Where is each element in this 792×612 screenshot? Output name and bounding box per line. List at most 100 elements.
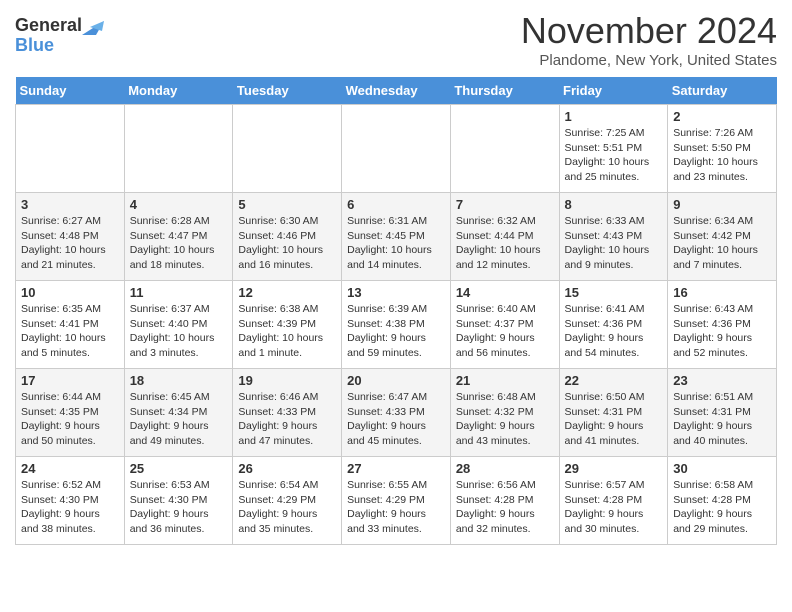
calendar-cell: 6 Sunrise: 6:31 AM Sunset: 4:45 PM Daylig… — [342, 193, 451, 281]
day-number: 10 — [21, 285, 119, 300]
day-info: Sunrise: 6:27 AM Sunset: 4:48 PM Dayligh… — [21, 214, 119, 273]
calendar-cell — [233, 105, 342, 193]
day-info: Sunrise: 6:47 AM Sunset: 4:33 PM Dayligh… — [347, 390, 445, 449]
day-info: Sunrise: 6:28 AM Sunset: 4:47 PM Dayligh… — [130, 214, 228, 273]
day-info: Sunrise: 6:44 AM Sunset: 4:35 PM Dayligh… — [21, 390, 119, 449]
logo-bird-icon — [82, 17, 104, 35]
day-info: Sunrise: 7:26 AM Sunset: 5:50 PM Dayligh… — [673, 126, 771, 185]
day-number: 21 — [456, 373, 554, 388]
day-number: 12 — [238, 285, 336, 300]
calendar-cell: 15 Sunrise: 6:41 AM Sunset: 4:36 PM Dayli… — [559, 281, 668, 369]
day-number: 29 — [565, 461, 663, 476]
logo-text-blue: Blue — [15, 36, 54, 56]
day-info: Sunrise: 7:25 AM Sunset: 5:51 PM Dayligh… — [565, 126, 663, 185]
day-number: 19 — [238, 373, 336, 388]
day-number: 13 — [347, 285, 445, 300]
day-info: Sunrise: 6:33 AM Sunset: 4:43 PM Dayligh… — [565, 214, 663, 273]
calendar-cell: 16Sunrise: 6:43 AM Sunset: 4:36 PM Dayli… — [668, 281, 777, 369]
calendar-cell: 22Sunrise: 6:50 AM Sunset: 4:31 PM Dayli… — [559, 369, 668, 457]
header: General Blue November 2024 Plandome, New… — [15, 10, 777, 69]
day-number: 6 — [347, 197, 445, 212]
day-number: 18 — [130, 373, 228, 388]
day-number: 30 — [673, 461, 771, 476]
day-info: Sunrise: 6:52 AM Sunset: 4:30 PM Dayligh… — [21, 478, 119, 537]
day-number: 27 — [347, 461, 445, 476]
day-info: Sunrise: 6:34 AM Sunset: 4:42 PM Dayligh… — [673, 214, 771, 273]
day-number: 25 — [130, 461, 228, 476]
calendar-cell: 24 Sunrise: 6:52 AM Sunset: 4:30 PM Dayli… — [16, 457, 125, 545]
calendar-cell: 8 Sunrise: 6:33 AM Sunset: 4:43 PM Daylig… — [559, 193, 668, 281]
day-number: 17 — [21, 373, 119, 388]
calendar-cell: 9 Sunrise: 6:34 AM Sunset: 4:42 PM Daylig… — [668, 193, 777, 281]
day-number: 26 — [238, 461, 336, 476]
day-number: 9 — [673, 197, 771, 212]
day-number: 4 — [130, 197, 228, 212]
calendar-cell: 4 Sunrise: 6:28 AM Sunset: 4:47 PM Daylig… — [124, 193, 233, 281]
day-number: 5 — [238, 197, 336, 212]
calendar-cell: 13 Sunrise: 6:39 AM Sunset: 4:38 PM Dayli… — [342, 281, 451, 369]
calendar-cell — [16, 105, 125, 193]
day-info: Sunrise: 6:32 AM Sunset: 4:44 PM Dayligh… — [456, 214, 554, 273]
weekday-header-sunday: Sunday — [16, 77, 125, 105]
day-number: 3 — [21, 197, 119, 212]
day-info: Sunrise: 6:53 AM Sunset: 4:30 PM Dayligh… — [130, 478, 228, 537]
calendar-cell: 29 Sunrise: 6:57 AM Sunset: 4:28 PM Dayli… — [559, 457, 668, 545]
calendar-table: SundayMondayTuesdayWednesdayThursdayFrid… — [15, 77, 777, 545]
day-info: Sunrise: 6:57 AM Sunset: 4:28 PM Dayligh… — [565, 478, 663, 537]
calendar-cell: 23 Sunrise: 6:51 AM Sunset: 4:31 PM Dayli… — [668, 369, 777, 457]
calendar-cell — [450, 105, 559, 193]
calendar-cell: 2 Sunrise: 7:26 AM Sunset: 5:50 PM Daylig… — [668, 105, 777, 193]
day-info: Sunrise: 6:35 AM Sunset: 4:41 PM Dayligh… — [21, 302, 119, 361]
calendar-cell — [342, 105, 451, 193]
calendar-cell: 21Sunrise: 6:48 AM Sunset: 4:32 PM Dayli… — [450, 369, 559, 457]
calendar-cell: 19 Sunrise: 6:46 AM Sunset: 4:33 PM Dayli… — [233, 369, 342, 457]
calendar-cell: 28 Sunrise: 6:56 AM Sunset: 4:28 PM Dayli… — [450, 457, 559, 545]
weekday-header-monday: Monday — [124, 77, 233, 105]
calendar-cell: 7 Sunrise: 6:32 AM Sunset: 4:44 PM Daylig… — [450, 193, 559, 281]
location: Plandome, New York, United States — [521, 52, 777, 69]
day-info: Sunrise: 6:46 AM Sunset: 4:33 PM Dayligh… — [238, 390, 336, 449]
weekday-header-wednesday: Wednesday — [342, 77, 451, 105]
week-row-1: 1 Sunrise: 7:25 AM Sunset: 5:51 PM Daylig… — [16, 105, 777, 193]
day-info: Sunrise: 6:39 AM Sunset: 4:38 PM Dayligh… — [347, 302, 445, 361]
week-row-4: 17 Sunrise: 6:44 AM Sunset: 4:35 PM Dayli… — [16, 369, 777, 457]
day-info: Sunrise: 6:31 AM Sunset: 4:45 PM Dayligh… — [347, 214, 445, 273]
day-info: Sunrise: 6:58 AM Sunset: 4:28 PM Dayligh… — [673, 478, 771, 537]
calendar-cell: 12 Sunrise: 6:38 AM Sunset: 4:39 PM Dayli… — [233, 281, 342, 369]
calendar-cell: 20 Sunrise: 6:47 AM Sunset: 4:33 PM Dayli… — [342, 369, 451, 457]
day-info: Sunrise: 6:51 AM Sunset: 4:31 PM Dayligh… — [673, 390, 771, 449]
day-number: 28 — [456, 461, 554, 476]
weekday-header-tuesday: Tuesday — [233, 77, 342, 105]
day-info: Sunrise: 6:41 AM Sunset: 4:36 PM Dayligh… — [565, 302, 663, 361]
day-number: 11 — [130, 285, 228, 300]
day-number: 23 — [673, 373, 771, 388]
day-info: Sunrise: 6:54 AM Sunset: 4:29 PM Dayligh… — [238, 478, 336, 537]
day-info: Sunrise: 6:56 AM Sunset: 4:28 PM Dayligh… — [456, 478, 554, 537]
calendar-cell: 18 Sunrise: 6:45 AM Sunset: 4:34 PM Dayli… — [124, 369, 233, 457]
day-number: 20 — [347, 373, 445, 388]
day-number: 2 — [673, 109, 771, 124]
day-number: 8 — [565, 197, 663, 212]
week-row-2: 3 Sunrise: 6:27 AM Sunset: 4:48 PM Daylig… — [16, 193, 777, 281]
day-info: Sunrise: 6:45 AM Sunset: 4:34 PM Dayligh… — [130, 390, 228, 449]
calendar-cell: 30 Sunrise: 6:58 AM Sunset: 4:28 PM Dayli… — [668, 457, 777, 545]
week-row-5: 24 Sunrise: 6:52 AM Sunset: 4:30 PM Dayli… — [16, 457, 777, 545]
day-info: Sunrise: 6:38 AM Sunset: 4:39 PM Dayligh… — [238, 302, 336, 361]
weekday-header-friday: Friday — [559, 77, 668, 105]
calendar-cell: 3 Sunrise: 6:27 AM Sunset: 4:48 PM Daylig… — [16, 193, 125, 281]
calendar-cell: 1 Sunrise: 7:25 AM Sunset: 5:51 PM Daylig… — [559, 105, 668, 193]
day-number: 15 — [565, 285, 663, 300]
calendar-cell: 14Sunrise: 6:40 AM Sunset: 4:37 PM Dayli… — [450, 281, 559, 369]
calendar-cell: 11Sunrise: 6:37 AM Sunset: 4:40 PM Dayli… — [124, 281, 233, 369]
week-row-3: 10 Sunrise: 6:35 AM Sunset: 4:41 PM Dayli… — [16, 281, 777, 369]
calendar-cell: 27 Sunrise: 6:55 AM Sunset: 4:29 PM Dayli… — [342, 457, 451, 545]
weekday-header-row: SundayMondayTuesdayWednesdayThursdayFrid… — [16, 77, 777, 105]
day-number: 24 — [21, 461, 119, 476]
day-info: Sunrise: 6:50 AM Sunset: 4:31 PM Dayligh… — [565, 390, 663, 449]
day-number: 7 — [456, 197, 554, 212]
day-number: 1 — [565, 109, 663, 124]
calendar-cell: 25 Sunrise: 6:53 AM Sunset: 4:30 PM Dayli… — [124, 457, 233, 545]
day-info: Sunrise: 6:40 AM Sunset: 4:37 PM Dayligh… — [456, 302, 554, 361]
day-info: Sunrise: 6:55 AM Sunset: 4:29 PM Dayligh… — [347, 478, 445, 537]
day-info: Sunrise: 6:43 AM Sunset: 4:36 PM Dayligh… — [673, 302, 771, 361]
